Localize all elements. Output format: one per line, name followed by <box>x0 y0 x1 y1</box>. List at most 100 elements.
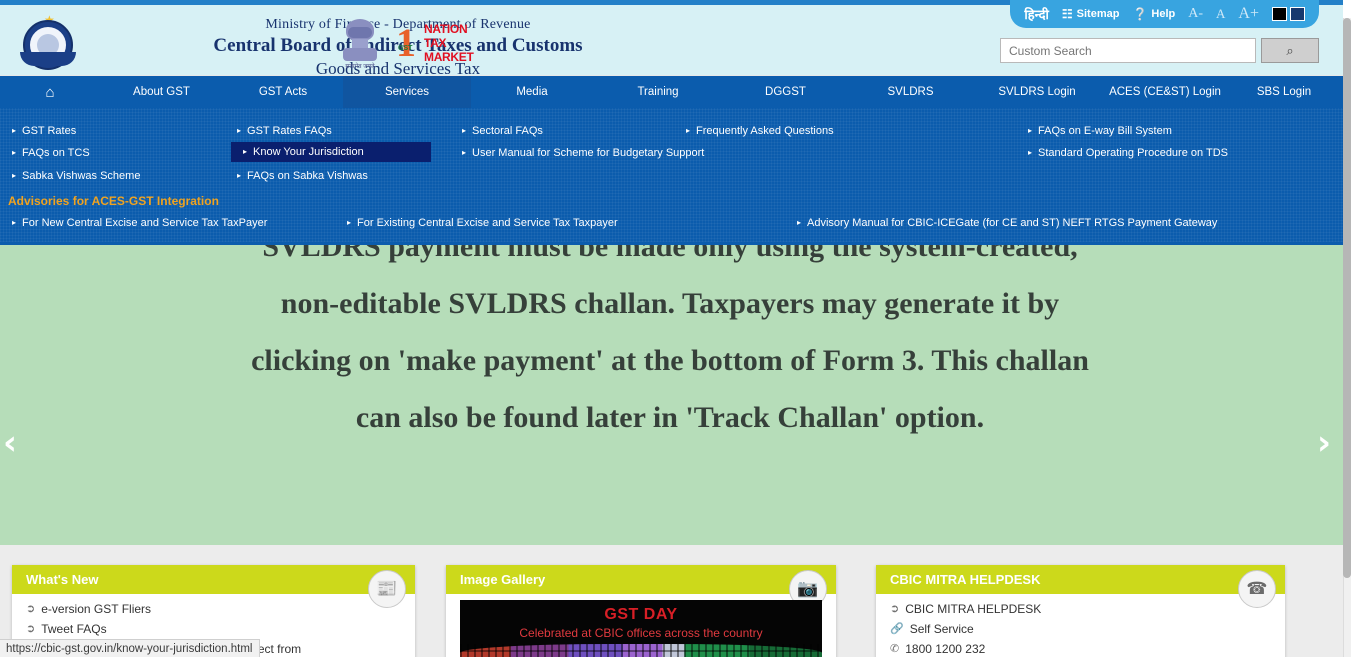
menu-item-sop-on-tds[interactable]: ▸ Standard Operating Procedure on TDS <box>1022 143 1234 163</box>
card-header: What's New 📰 <box>12 565 415 608</box>
language-toggle-hindi[interactable]: हिन्दी <box>1024 5 1049 23</box>
menu-item-gst-rates-faqs[interactable]: ▸ GST Rates FAQs <box>231 121 338 141</box>
help-link[interactable]: ❔ Help <box>1132 8 1175 20</box>
chevron-right-icon: ▸ <box>462 148 467 157</box>
list-item[interactable]: 🔗 Self Service <box>890 622 1271 636</box>
list-item-label: Tweet FAQs <box>41 622 107 636</box>
chevron-right-icon: ▸ <box>243 147 248 156</box>
sitemap-link[interactable]: ☷ Sitemap <box>1062 8 1120 20</box>
menu-label: For Existing Central Excise and Service … <box>357 217 618 229</box>
carousel-next-button[interactable]: › <box>1317 426 1331 460</box>
logo-gst: GST <box>398 45 413 52</box>
browser-viewport: ★ Ministry of Finance - Department of Re… <box>0 0 1343 657</box>
contrast-navy-button[interactable] <box>1290 7 1305 21</box>
chevron-right-icon: ▸ <box>462 126 467 135</box>
menu-item-frequently-asked-questions[interactable]: ▸ Frequently Asked Questions <box>680 121 840 141</box>
scrollbar-thumb[interactable] <box>1343 18 1351 578</box>
nav-label: SVLDRS <box>887 86 934 98</box>
gallery-caption-title: GST DAY <box>604 606 678 623</box>
nav-label: About GST <box>133 86 190 98</box>
help-label: Help <box>1151 8 1176 20</box>
nav-item-media[interactable]: Media <box>471 76 593 108</box>
phone-icon: ✆ <box>890 642 900 655</box>
one-nation-one-tax-logo: 1 GST NATION TAX MARKET <box>396 21 492 65</box>
menu-item-faqs-eway-bill[interactable]: ▸ FAQs on E-way Bill System <box>1022 121 1178 141</box>
search-button[interactable]: ⌕ <box>1261 38 1319 63</box>
nav-item-aces-login[interactable]: ACES (CE&ST) Login <box>1101 76 1229 108</box>
menu-label: Sabka Vishwas Scheme <box>22 170 141 182</box>
list-item[interactable]: ➲ e-version GST Fliers <box>26 602 401 616</box>
logo-word-nation: NATION <box>424 22 468 36</box>
chevron-right-icon: ▸ <box>1028 126 1033 135</box>
menu-item-gst-rates[interactable]: ▸ GST Rates <box>6 121 82 141</box>
menu-label: GST Rates <box>22 125 77 137</box>
hindi-label: हिन्दी <box>1024 8 1049 23</box>
nav-item-about-gst[interactable]: About GST <box>100 76 223 108</box>
menu-label: Frequently Asked Questions <box>696 125 834 137</box>
ashoka-pillar-icon: सत्यमेव जयते <box>340 17 380 70</box>
page-scrollbar[interactable] <box>1343 0 1351 657</box>
card-title: What's New <box>26 572 99 587</box>
menu-label: Standard Operating Procedure on TDS <box>1038 147 1228 159</box>
menu-item-sectoral-faqs[interactable]: ▸ Sectoral FAQs <box>456 121 549 141</box>
nav-label: DGGST <box>765 86 806 98</box>
menu-label: User Manual for Scheme for Budgetary Sup… <box>472 147 705 159</box>
menu-item-know-your-jurisdiction[interactable]: ▸ Know Your Jurisdiction <box>231 142 431 162</box>
search-area: ⌕ <box>1000 38 1319 63</box>
menu-item-sabka-vishwas-scheme[interactable]: ▸ Sabka Vishwas Scheme <box>6 166 146 186</box>
card-image-gallery: Image Gallery 📷 GST DAY Celebrated at CB… <box>446 565 836 657</box>
chevron-right-icon: ▸ <box>686 126 691 135</box>
chevron-right-icon: ▸ <box>347 218 352 227</box>
nav-item-sbs-login[interactable]: SBS Login <box>1229 76 1339 108</box>
chevron-right-icon: ▸ <box>12 171 17 180</box>
carousel-prev-button[interactable]: ‹ <box>3 426 17 460</box>
banner-line-2: non-editable SVLDRS challan. Taxpayers m… <box>280 287 1060 320</box>
list-item-label: Self Service <box>909 622 974 636</box>
search-input[interactable] <box>1000 38 1256 63</box>
nav-item-svldrs-login[interactable]: SVLDRS Login <box>973 76 1101 108</box>
sitemap-label: Sitemap <box>1076 8 1120 20</box>
menu-item-user-manual-budgetary-support[interactable]: ▸ User Manual for Scheme for Budgetary S… <box>456 143 710 163</box>
nav-item-services[interactable]: Services <box>343 76 471 108</box>
nav-item-training[interactable]: Training <box>593 76 723 108</box>
contrast-black-button[interactable] <box>1272 7 1287 21</box>
page-root: ★ Ministry of Finance - Department of Re… <box>0 0 1351 657</box>
list-item-label: CBIC MITRA HELPDESK <box>905 602 1042 616</box>
home-icon: ⌂ <box>45 83 55 101</box>
card-title: Image Gallery <box>460 572 546 587</box>
carousel-slide-text: SVLDRS payment must be made only using t… <box>60 218 1280 446</box>
chevron-right-icon: ▸ <box>237 126 242 135</box>
nav-item-dggst[interactable]: DGGST <box>723 76 848 108</box>
nav-label: ACES (CE&ST) Login <box>1109 86 1221 98</box>
list-item[interactable]: ➲ Tweet FAQs <box>26 622 401 636</box>
nav-label: SBS Login <box>1256 86 1312 98</box>
advisory-icegate-neft-rtgs[interactable]: ▸ Advisory Manual for CBIC-ICEGate (for … <box>791 213 1223 233</box>
list-item-label: e-version GST Fliers <box>41 602 152 616</box>
card-title: CBIC MITRA HELPDESK <box>890 572 1041 587</box>
gallery-image[interactable]: GST DAY Celebrated at CBIC offices acros… <box>460 600 822 657</box>
chevron-right-icon: ▸ <box>237 171 242 180</box>
nav-label: SVLDRS Login <box>998 86 1076 98</box>
logo-word-tax: TAX <box>424 36 447 50</box>
menu-item-faqs-on-tcs[interactable]: ▸ FAQs on TCS <box>6 143 96 163</box>
arrow-circle-icon: ➲ <box>26 602 36 615</box>
chevron-right-icon: ▸ <box>1028 148 1033 157</box>
advisory-existing-taxpayer[interactable]: ▸ For Existing Central Excise and Servic… <box>341 213 624 233</box>
main-navigation: ⌂ About GST GST Acts Services Media Trai… <box>0 76 1343 108</box>
advisory-new-taxpayer[interactable]: ▸ For New Central Excise and Service Tax… <box>6 213 273 233</box>
chevron-right-icon: ▸ <box>12 218 17 227</box>
menu-label: FAQs on TCS <box>22 147 90 159</box>
list-item[interactable]: ➲ CBIC MITRA HELPDESK <box>890 602 1271 616</box>
menu-item-faqs-on-sabka-vishwas[interactable]: ▸ FAQs on Sabka Vishwas <box>231 166 374 186</box>
card-body: ➲ CBIC MITRA HELPDESK 🔗 Self Service ✆ 1… <box>876 594 1285 656</box>
font-normal-button[interactable]: A <box>1216 6 1225 22</box>
cbic-emblem-icon: ★ <box>20 14 76 70</box>
menu-label: FAQs on E-way Bill System <box>1038 125 1172 137</box>
nav-item-gst-acts[interactable]: GST Acts <box>223 76 343 108</box>
advisories-heading: Advisories for ACES-GST Integration <box>8 194 219 208</box>
menu-label: Sectoral FAQs <box>472 125 543 137</box>
font-decrease-button[interactable]: A- <box>1188 6 1203 22</box>
font-increase-button[interactable]: A+ <box>1238 5 1259 23</box>
nav-item-svldrs[interactable]: SVLDRS <box>848 76 973 108</box>
nav-item-home[interactable]: ⌂ <box>0 76 100 108</box>
